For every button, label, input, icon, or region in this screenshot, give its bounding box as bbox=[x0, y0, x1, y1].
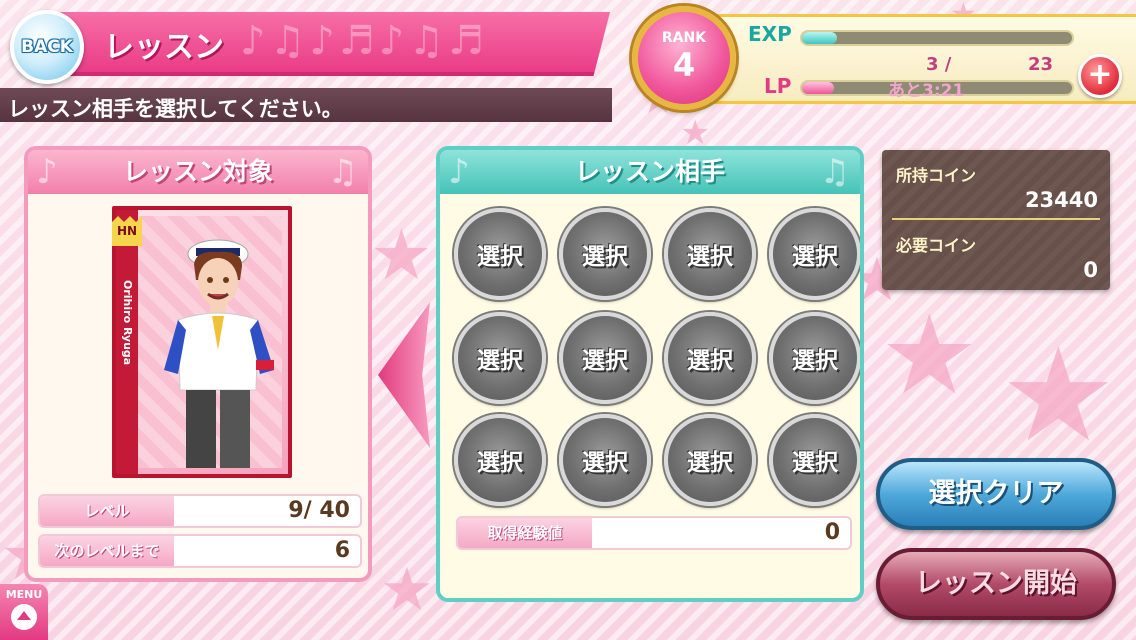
partner-slot-label: 選択 bbox=[477, 348, 523, 374]
level-value: 9/ 40 bbox=[288, 498, 350, 523]
background-star-icon: ★ bbox=[380, 555, 434, 625]
partner-slot[interactable]: 選択 bbox=[664, 414, 756, 506]
lesson-partner-header: ♪ レッスン相手 ♫ bbox=[440, 150, 860, 194]
arrow-left-icon bbox=[378, 302, 430, 448]
music-note-icon: ♪ bbox=[448, 152, 470, 192]
coin-divider bbox=[892, 218, 1100, 220]
rank-label: RANK bbox=[661, 30, 707, 46]
partner-slot[interactable]: 選択 bbox=[559, 414, 651, 506]
start-lesson-button[interactable]: レッスン開始 bbox=[876, 548, 1116, 620]
background-star-icon: ★ bbox=[370, 214, 433, 296]
exp-bar bbox=[800, 30, 1074, 46]
page-title: レッスン bbox=[104, 30, 224, 65]
partner-slot[interactable]: 選択 bbox=[769, 208, 860, 300]
back-button-label: BACK bbox=[21, 37, 73, 57]
rarity-crown-icon: HN bbox=[112, 216, 142, 246]
music-note-icon: ♫ bbox=[819, 152, 850, 192]
lp-bar-fill bbox=[802, 82, 835, 94]
partner-slot[interactable]: 選択 bbox=[769, 312, 860, 404]
level-row: レベル 9/ 40 bbox=[38, 494, 362, 528]
partner-slot[interactable]: 選択 bbox=[454, 208, 546, 300]
partner-slot[interactable]: 選択 bbox=[454, 312, 546, 404]
partner-slot[interactable]: 選択 bbox=[559, 208, 651, 300]
partner-slot-label: 選択 bbox=[792, 348, 838, 374]
partner-slot-label: 選択 bbox=[582, 244, 628, 270]
character-portrait bbox=[164, 239, 274, 468]
instruction-text: レッスン相手を選択してください。 bbox=[8, 97, 343, 121]
partner-slot-label: 選択 bbox=[687, 450, 733, 476]
exp-gain-value: 0 bbox=[824, 520, 840, 545]
lesson-partner-title: レッスン相手 bbox=[574, 157, 725, 186]
menu-label: MENU bbox=[5, 588, 43, 601]
background-star-icon: ★ bbox=[880, 291, 979, 419]
lesson-target-panel: ♪ レッスン対象 ♫ HN Orihiro Ryuga レベル 9/ 40 次の… bbox=[24, 146, 372, 582]
lesson-target-title: レッスン対象 bbox=[122, 157, 273, 186]
lesson-target-header: ♪ レッスン対象 ♫ bbox=[28, 150, 368, 194]
exp-label: EXP bbox=[748, 22, 792, 46]
partner-slot-label: 選択 bbox=[582, 450, 628, 476]
chevron-up-icon bbox=[11, 604, 37, 630]
next-level-row: 次のレベルまで 6 bbox=[38, 534, 362, 568]
exp-current: 3 / bbox=[926, 54, 952, 75]
exp-bar-fill bbox=[802, 32, 838, 44]
partner-slot-label: 選択 bbox=[477, 244, 523, 270]
rank-badge: RANK 4 bbox=[632, 6, 736, 110]
partner-slot[interactable]: 選択 bbox=[769, 414, 860, 506]
menu-button[interactable]: MENU bbox=[0, 584, 48, 640]
level-label: レベル bbox=[40, 496, 174, 526]
partner-slot-label: 選択 bbox=[687, 348, 733, 374]
character-card[interactable]: HN Orihiro Ryuga bbox=[112, 206, 292, 478]
lp-label: LP bbox=[764, 74, 792, 98]
rank-value: 4 bbox=[672, 46, 696, 84]
lesson-partner-panel: ♪ レッスン相手 ♫ 選択 選択 選択 選択 選択 選択 選択 選択 選択 選択… bbox=[436, 146, 864, 602]
owned-coins-label: 所持コイン bbox=[896, 166, 977, 185]
partner-slot[interactable]: 選択 bbox=[454, 414, 546, 506]
coin-panel: 所持コイン 23440 必要コイン 0 bbox=[882, 150, 1110, 290]
next-level-label: 次のレベルまで bbox=[40, 536, 174, 566]
add-lp-button[interactable]: + bbox=[1078, 54, 1122, 98]
partner-slot[interactable]: 選択 bbox=[664, 312, 756, 404]
required-coins-label: 必要コイン bbox=[896, 236, 977, 255]
partner-slot-label: 選択 bbox=[792, 450, 838, 476]
partner-slot-label: 選択 bbox=[477, 450, 523, 476]
music-notes-icon: ♪♫♪♬♪♫♬ bbox=[240, 18, 489, 64]
exp-gain-label: 取得経験値 bbox=[458, 518, 592, 548]
required-coins-value: 0 bbox=[1083, 258, 1098, 282]
back-button[interactable]: BACK bbox=[10, 10, 84, 84]
clear-selection-button[interactable]: 選択クリア bbox=[876, 458, 1116, 530]
background-star-icon: ★ bbox=[680, 113, 711, 153]
lp-recovery-timer: あと3:21 bbox=[888, 81, 965, 101]
exp-max: 23 bbox=[1028, 54, 1054, 75]
exp-gain-row: 取得経験値 0 bbox=[456, 516, 852, 550]
next-level-value: 6 bbox=[334, 538, 350, 563]
partner-slot-label: 選択 bbox=[582, 348, 628, 374]
background-star-icon: ★ bbox=[1000, 319, 1117, 471]
partner-slot-label: 選択 bbox=[792, 244, 838, 270]
partner-slot-label: 選択 bbox=[687, 244, 733, 270]
card-character-name: Orihiro Ryuga bbox=[121, 280, 134, 366]
music-note-icon: ♫ bbox=[327, 152, 358, 192]
instruction-bar: レッスン相手を選択してください。 bbox=[0, 88, 612, 122]
partner-slot[interactable]: 選択 bbox=[664, 208, 756, 300]
music-note-icon: ♪ bbox=[36, 152, 58, 192]
owned-coins-value: 23440 bbox=[1024, 188, 1098, 212]
partner-slot[interactable]: 選択 bbox=[559, 312, 651, 404]
